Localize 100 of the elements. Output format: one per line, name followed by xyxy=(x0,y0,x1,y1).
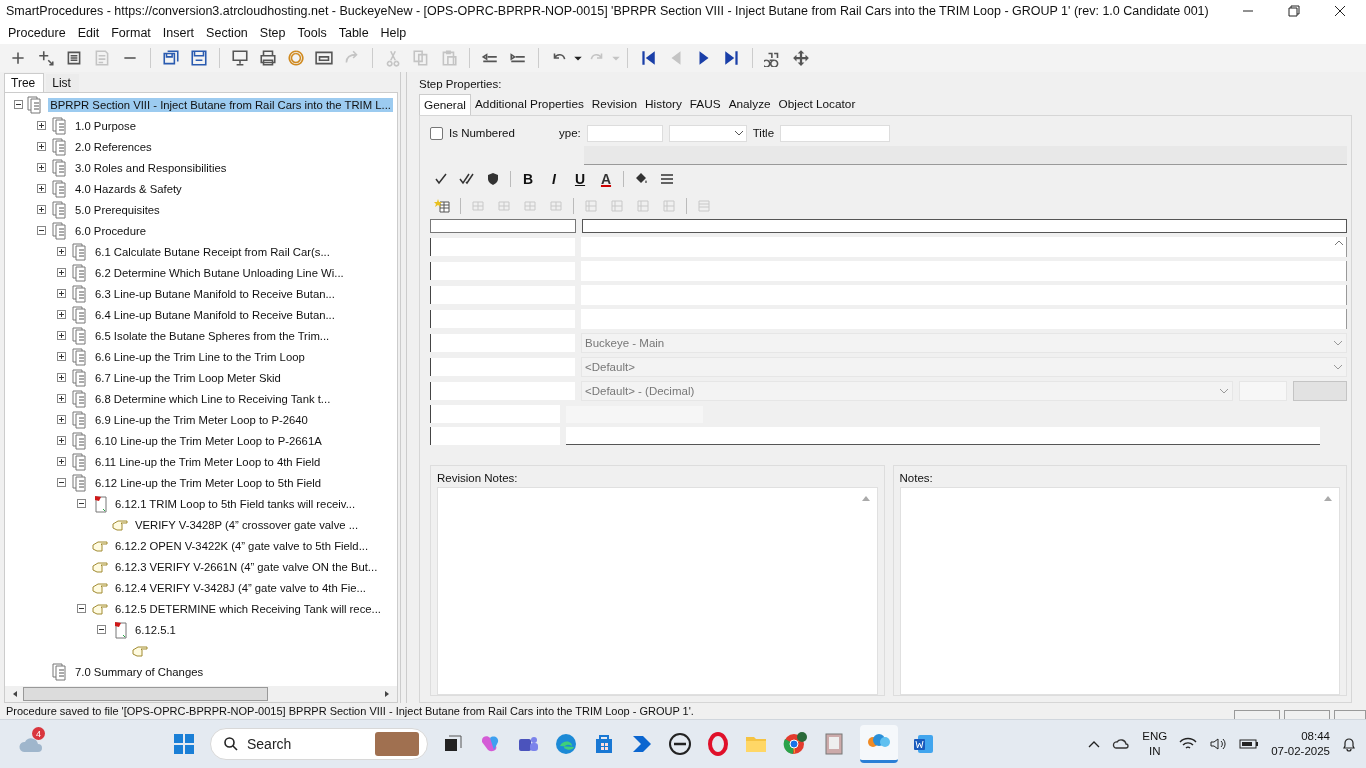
collapse-icon[interactable] xyxy=(56,478,66,487)
search-field[interactable]: Search xyxy=(210,728,428,760)
wifi-icon[interactable] xyxy=(1179,737,1198,751)
tree-item[interactable]: 1.0 Purpose xyxy=(73,118,138,133)
tree-item[interactable]: 6.9 Line-up the Trim Meter Loop to P-2640 xyxy=(93,412,310,427)
document-w-icon[interactable] xyxy=(912,732,936,756)
tree-item[interactable]: 7.0 Summary of Changes xyxy=(73,664,206,679)
expand-icon[interactable] xyxy=(56,268,66,277)
scroll-left-icon[interactable] xyxy=(11,690,19,698)
tree-item[interactable]: 6.4 Line-up Butane Manifold to Receive Butan... xyxy=(93,307,337,322)
tree-item[interactable]: 6.8 Determine which Line to Receiving Tank t... xyxy=(93,391,333,406)
menu-item[interactable]: Procedure xyxy=(2,26,72,40)
save-all-icon[interactable] xyxy=(162,49,180,67)
menu-item[interactable]: Format xyxy=(105,26,157,40)
tree-item[interactable]: 6.5 Isolate the Butane Spheres from the Trim... xyxy=(93,328,332,343)
menu-item[interactable]: Edit xyxy=(71,26,106,40)
tree-item[interactable]: 6.2 Determine Which Butane Unloading Line Wi... xyxy=(93,265,346,280)
tree-item[interactable]: BPRPR Section VIII - Inject Butane from Rail Cars into the TRIM L... xyxy=(48,97,393,112)
text-field[interactable] xyxy=(581,261,1347,281)
ring-icon[interactable] xyxy=(287,49,305,67)
framed-picture-icon[interactable] xyxy=(822,732,846,756)
list-icon[interactable] xyxy=(65,49,83,67)
plus-arrow-icon[interactable] xyxy=(37,49,55,67)
text-field[interactable] xyxy=(581,309,1347,329)
collapse-icon[interactable] xyxy=(76,604,86,613)
scroll-right-icon[interactable] xyxy=(383,690,391,698)
expand-icon[interactable] xyxy=(56,331,66,340)
tree-item[interactable]: 6.12.1 TRIM Loop to 5th Field tanks will receiv... xyxy=(113,496,358,511)
expand-icon[interactable] xyxy=(56,247,66,256)
tab[interactable]: Additional Properties xyxy=(471,94,588,115)
windows-logo-icon[interactable] xyxy=(172,732,196,756)
insert-table-icon[interactable] xyxy=(432,197,452,214)
move-arrows-icon[interactable] xyxy=(792,49,810,67)
expand-icon[interactable] xyxy=(56,310,66,319)
menu-item[interactable]: Step xyxy=(253,26,292,40)
tree-item[interactable]: 3.0 Roles and Responsibilities xyxy=(73,160,229,175)
tree-item[interactable]: 5.0 Prerequisites xyxy=(73,202,162,217)
expand-icon[interactable] xyxy=(36,163,46,172)
text-field[interactable] xyxy=(582,219,1347,233)
collapse-icon[interactable] xyxy=(96,625,106,634)
text-field[interactable] xyxy=(566,427,1320,445)
cloud-sync-icon[interactable] xyxy=(1112,736,1131,752)
tree-item[interactable]: 6.12 Line-up the Trim Meter Loop to 5th Field xyxy=(93,475,324,490)
horizontal-scrollbar[interactable] xyxy=(5,686,397,702)
tab[interactable]: Tree xyxy=(4,73,45,92)
tree-item[interactable]: 6.7 Line-up the Trim Loop Meter Skid xyxy=(93,370,283,385)
tree-item[interactable]: 6.6 Line-up the Trim Line to the Trim Loop xyxy=(93,349,307,364)
tree-item[interactable]: 6.12.5.1 xyxy=(133,622,178,637)
tree-item[interactable]: 6.12.4 VERIFY V-3428J (4” gate valve to 4th Fie... xyxy=(113,580,368,595)
speaker-icon[interactable] xyxy=(1209,737,1228,751)
menu-item[interactable]: Tools xyxy=(291,26,333,40)
bell-icon[interactable] xyxy=(1342,736,1356,752)
expand-icon[interactable] xyxy=(36,142,46,151)
chevron-up-icon[interactable] xyxy=(1088,740,1101,748)
tab[interactable]: List xyxy=(46,74,79,92)
expand-icon[interactable] xyxy=(56,289,66,298)
tree-item[interactable]: VERIFY V-3428P (4” crossover gate valve ... xyxy=(133,517,361,532)
menu-item[interactable]: Table xyxy=(332,26,375,40)
plus-icon[interactable] xyxy=(9,49,27,67)
window-icon[interactable] xyxy=(315,49,333,67)
expand-icon[interactable] xyxy=(56,457,66,466)
type-field[interactable] xyxy=(586,124,663,142)
printer-icon[interactable] xyxy=(259,49,277,67)
expand-icon[interactable] xyxy=(36,184,46,193)
clock-time[interactable]: 08:44 xyxy=(1301,729,1330,744)
monitor-icon[interactable] xyxy=(231,49,249,67)
format-button[interactable]: U xyxy=(571,170,589,187)
clock-date[interactable]: 07-02-2025 xyxy=(1271,744,1330,759)
text-field[interactable] xyxy=(581,285,1347,305)
tree-item[interactable]: 6.12.5 DETERMINE which Receiving Tank will rece... xyxy=(113,601,383,616)
expand-icon[interactable] xyxy=(56,415,66,424)
tree-item[interactable]: 6.11 Line-up the Trim Meter Loop to 4th Field xyxy=(93,454,323,469)
restore-icon[interactable] xyxy=(1288,5,1300,17)
collapse-icon[interactable] xyxy=(36,226,46,235)
expand-icon[interactable] xyxy=(56,394,66,403)
skip-last-icon[interactable] xyxy=(723,49,741,67)
tab[interactable]: Analyze xyxy=(724,94,775,115)
tree-item[interactable]: 2.0 References xyxy=(73,139,154,154)
close-icon[interactable] xyxy=(1334,5,1346,17)
taskbar-app-button[interactable] xyxy=(860,725,898,763)
expand-icon[interactable] xyxy=(56,373,66,382)
expand-icon[interactable] xyxy=(36,121,46,130)
tab[interactable]: General xyxy=(419,94,471,115)
text-field[interactable] xyxy=(581,237,1347,257)
checkbox[interactable] xyxy=(430,126,443,140)
expand-icon[interactable] xyxy=(36,205,46,214)
tab[interactable]: Revision xyxy=(587,94,642,115)
tab[interactable]: History xyxy=(641,94,686,115)
tree-item[interactable]: 6.0 Procedure xyxy=(73,223,148,238)
language-code[interactable]: ENG xyxy=(1142,729,1168,744)
tree-item[interactable]: 6.1 Calculate Butane Receipt from Rail Car(s... xyxy=(93,244,332,259)
scroll-up-icon[interactable] xyxy=(1334,239,1344,247)
expand-icon[interactable] xyxy=(56,352,66,361)
circle-logo-icon[interactable] xyxy=(668,732,692,756)
tree-item[interactable]: 4.0 Hazards & Safety xyxy=(73,181,184,196)
save-icon[interactable] xyxy=(190,49,208,67)
ring-o-icon[interactable] xyxy=(706,732,730,756)
battery-icon[interactable] xyxy=(1239,738,1260,750)
browser-circle-icon[interactable] xyxy=(782,731,808,757)
tab[interactable]: FAUS xyxy=(685,94,725,115)
